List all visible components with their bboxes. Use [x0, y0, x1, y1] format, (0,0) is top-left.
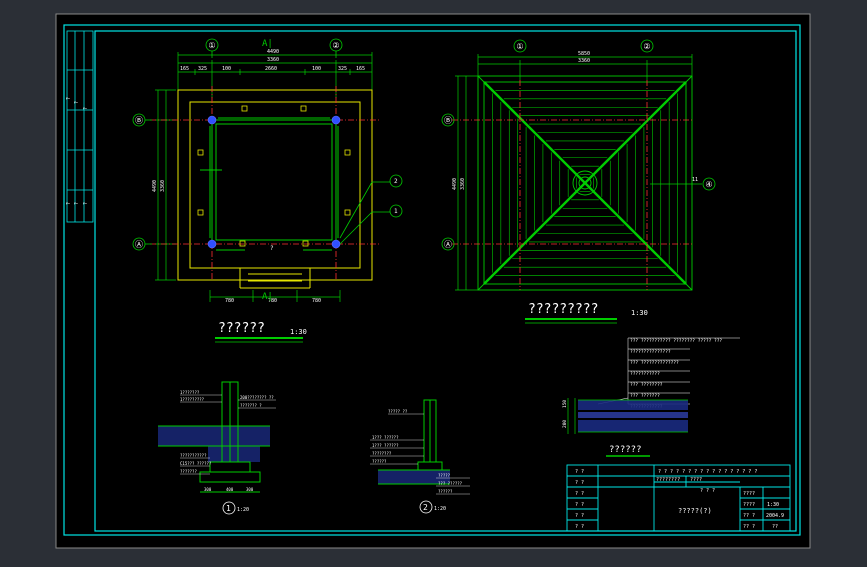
dim-top-7: 165: [356, 66, 365, 72]
legend-dim-1: 150: [562, 400, 568, 408]
tb-right-2: ????: [743, 502, 755, 508]
dim-top-4: 2660: [265, 66, 277, 72]
section-mark-bottom: A|: [262, 292, 273, 302]
legend-row-5: ??? ???????: [630, 393, 660, 399]
dim-top-3: 100: [222, 66, 231, 72]
roof-callout-axis: ④: [705, 180, 712, 189]
tb-sub-3: ? ? ?: [700, 488, 715, 494]
tb-right-4: ?? ?: [743, 524, 755, 530]
d2-note-6: ?????: [438, 473, 451, 478]
d2-note-5: ??????: [372, 459, 387, 464]
tb-left-1: ? ?: [575, 469, 584, 475]
d2-note-1: ????? ??: [388, 409, 408, 414]
rev-cell-3: ?: [83, 107, 89, 110]
tb-sheet: ??: [772, 524, 778, 530]
d1-note-5: ???????????: [180, 453, 207, 458]
legend-row-1: ???????????????: [630, 349, 671, 355]
plan-left-scale: 1:30: [290, 328, 307, 336]
detail-2-label: 2: [423, 503, 428, 512]
axis-a-right: Ⓐ: [444, 240, 452, 249]
tb-left-3: ? ?: [575, 491, 584, 497]
roof-dim-left-overall: 4490: [452, 178, 458, 190]
d2-note-7: ??? ??????: [438, 481, 463, 486]
dim-top-6: 325: [338, 66, 347, 72]
d2-note-4: ????????: [372, 451, 392, 456]
section-mark-top: A|: [262, 39, 273, 49]
rev-cell-2: ?: [74, 101, 80, 104]
d1-note-6: C15??? ??????: [180, 461, 212, 466]
legend-layers: [578, 400, 688, 432]
axis-1-left: ①: [208, 41, 215, 50]
plan-right-title: ?????????: [528, 302, 598, 317]
cad-viewport[interactable]: ? ? ? ? ? ? 4490 3360 165 325 100 2660 1…: [0, 0, 867, 562]
legend-dim-2: 200: [562, 420, 568, 428]
tb-left-5: ? ?: [575, 513, 584, 519]
dim-bottom-3: 780: [312, 298, 321, 304]
roof-callout: 11: [692, 177, 698, 183]
d1-note-1: 1???????: [180, 390, 200, 395]
dim-left-mid: 3360: [160, 180, 166, 192]
dim-top-1: 165: [180, 66, 189, 72]
rev-cell-6: ?: [83, 202, 89, 205]
d1-dim-2: 400: [226, 487, 234, 492]
dim-top-2: 325: [198, 66, 207, 72]
cad-drawing: ? ? ? ? ? ? 4490 3360 165 325 100 2660 1…: [55, 13, 811, 549]
dim-left-overall: 4490: [152, 180, 158, 192]
roof-dim-top-mid: 3360: [578, 58, 590, 64]
tb-date: 2004.9: [766, 513, 784, 519]
dim-bottom-1: 780: [225, 298, 234, 304]
drawing-sheet: [55, 13, 811, 549]
plan-right-scale: 1:30: [631, 309, 648, 317]
tb-right-3: ?? ?: [743, 513, 755, 519]
tb-left-6: ? ?: [575, 524, 584, 530]
tb-sub-2: ????: [690, 477, 702, 483]
rev-cell-5: ?: [74, 202, 80, 205]
d1-note-7: ???????: [180, 469, 197, 474]
tb-right-1: ????: [743, 491, 755, 497]
tb-drawing-title: ?????(?): [678, 507, 712, 515]
legend-row-2: ??? ??????????????: [630, 360, 679, 366]
legend-title: ??????: [609, 445, 642, 455]
tb-scale: 1:30: [767, 502, 779, 508]
rev-cell-1: ?: [66, 97, 72, 100]
roof-dim-top-overall: 5850: [578, 51, 590, 57]
legend-header: ??? ??????????? ???????? ????? ???: [630, 338, 722, 344]
detail-1-scale: 1:20: [237, 507, 249, 513]
callout-1: 1: [394, 208, 398, 215]
legend-row-3: ???????????: [630, 371, 660, 377]
rev-cell-4: ?: [66, 202, 72, 205]
tb-project: ? ? ? ? ? ? ? ? ? ? ? ? ? ? ? ? ?: [658, 469, 757, 475]
legend-row-4: ??? ????????: [630, 382, 663, 388]
d1-note-4: ??????? ?: [240, 403, 262, 408]
dim-top-mid: 3360: [267, 57, 279, 63]
tb-sub-1: ????????: [656, 477, 680, 483]
d2-note-3: 1??? ??????: [372, 443, 399, 448]
axis-2-left: ②: [332, 41, 339, 50]
d2-note-8: ??????: [438, 489, 453, 494]
axis-2-right: ②: [643, 42, 650, 51]
d1-dim-1: 300: [204, 487, 212, 492]
tb-left-4: ? ?: [575, 502, 584, 508]
detail-2-scale: 1:20: [434, 506, 446, 512]
axis-1-right: ①: [516, 42, 523, 51]
d1-dim-3: 300: [246, 487, 254, 492]
tb-left-2: ? ?: [575, 480, 584, 486]
callout-2: 2: [394, 178, 398, 185]
d1-note-3: 200???????? ??: [240, 395, 274, 400]
d1-note-2: 1?????????: [180, 397, 205, 402]
axis-a-left: Ⓐ: [135, 240, 143, 249]
stair-mark: ?: [270, 245, 274, 252]
axis-b-right: Ⓑ: [444, 116, 452, 125]
d2-note-2: 1??? ??????: [372, 435, 399, 440]
roof-dim-left-mid: 3360: [460, 178, 466, 190]
dim-top-5: 100: [312, 66, 321, 72]
detail-1-label: 1: [226, 504, 231, 513]
dim-top-overall: 4490: [267, 49, 279, 55]
plan-left-title: ??????: [218, 321, 265, 336]
axis-b-left: Ⓑ: [135, 116, 143, 125]
